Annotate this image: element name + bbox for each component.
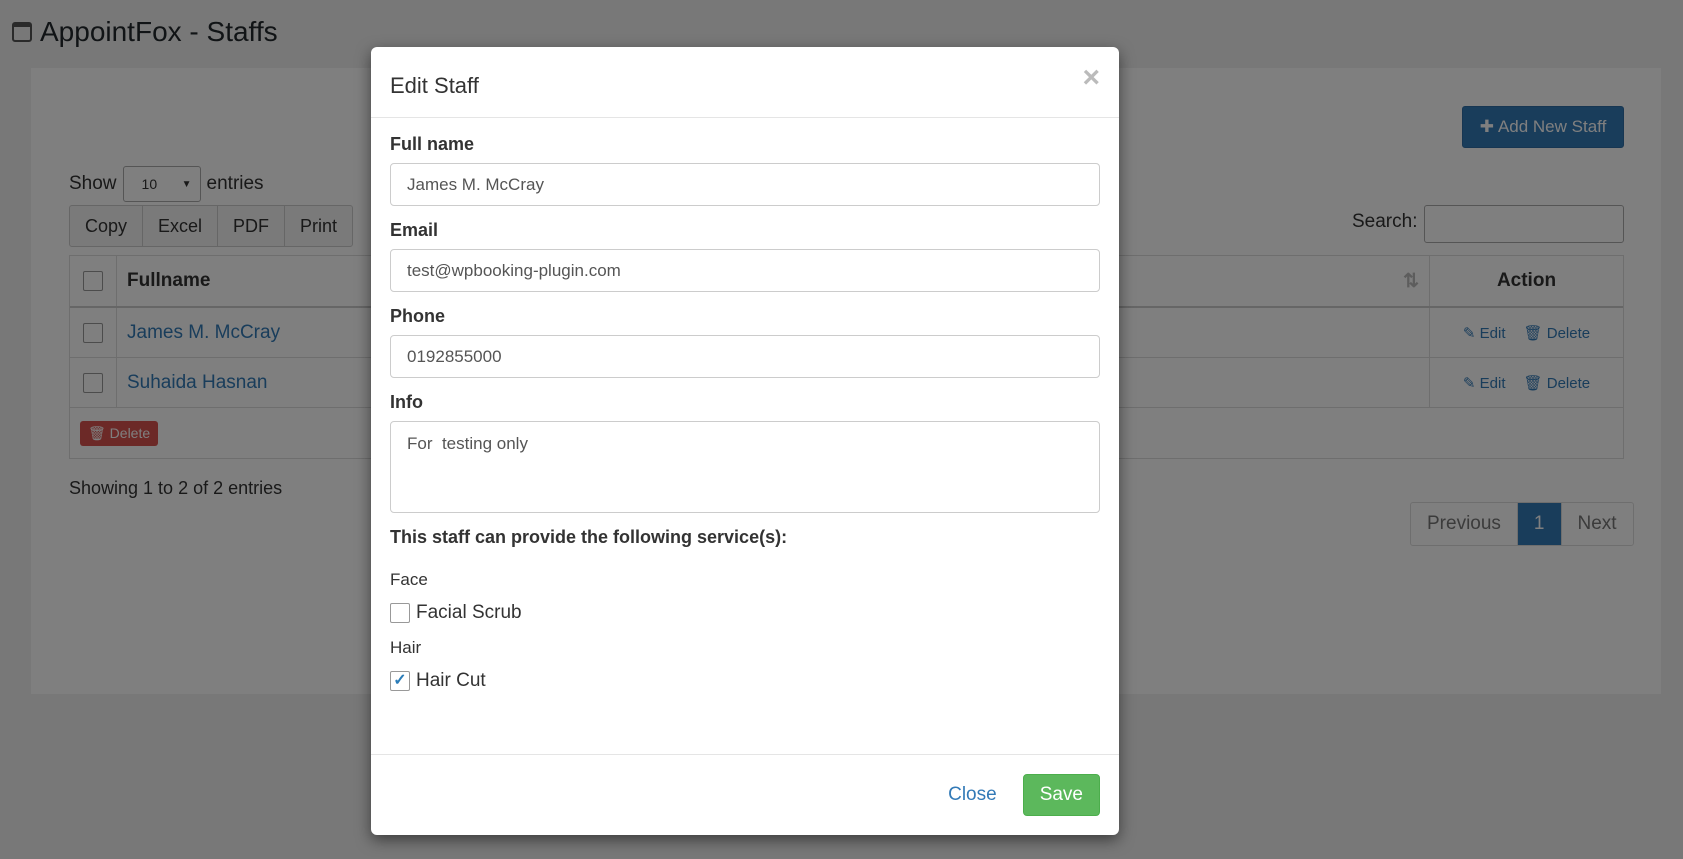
modal-title: Edit Staff — [390, 73, 479, 98]
info-label: Info — [390, 392, 423, 412]
phone-label: Phone — [390, 306, 446, 326]
service-option[interactable]: ✓ Hair Cut — [390, 670, 1100, 692]
checkmark-icon: ✓ — [393, 672, 407, 689]
close-icon[interactable]: × — [1082, 61, 1100, 95]
email-label: Email — [390, 220, 439, 240]
service-option[interactable]: Facial Scrub — [390, 602, 1100, 624]
email-input[interactable]: test@wpbooking-plugin.com — [390, 249, 1100, 292]
phone-group: Phone 0192855000 — [390, 306, 1100, 378]
services-title: This staff can provide the following ser… — [390, 527, 788, 547]
fullname-input[interactable]: James M. McCray — [390, 163, 1100, 206]
modal-header: Edit Staff × — [371, 47, 1119, 118]
edit-staff-modal: Edit Staff × Full name James M. McCray E… — [371, 47, 1119, 835]
info-textarea[interactable]: For testing only — [390, 421, 1100, 513]
fullname-group: Full name James M. McCray — [390, 134, 1100, 206]
phone-input[interactable]: 0192855000 — [390, 335, 1100, 378]
modal-footer: Close Save — [371, 754, 1119, 835]
service-group-label: Face — [390, 570, 428, 589]
fullname-label: Full name — [390, 134, 475, 154]
service-checkbox[interactable] — [390, 603, 410, 623]
info-group: Info For testing only — [390, 392, 1100, 513]
service-checkbox[interactable]: ✓ — [390, 671, 410, 691]
modal-body: Full name James M. McCray Email test@wpb… — [371, 118, 1119, 692]
save-button[interactable]: Save — [1022, 774, 1100, 816]
service-label: Hair Cut — [416, 670, 486, 691]
service-group-label: Hair — [390, 638, 422, 657]
service-label: Facial Scrub — [416, 602, 522, 623]
email-group: Email test@wpbooking-plugin.com — [390, 220, 1100, 292]
close-button[interactable]: Close — [948, 784, 997, 806]
